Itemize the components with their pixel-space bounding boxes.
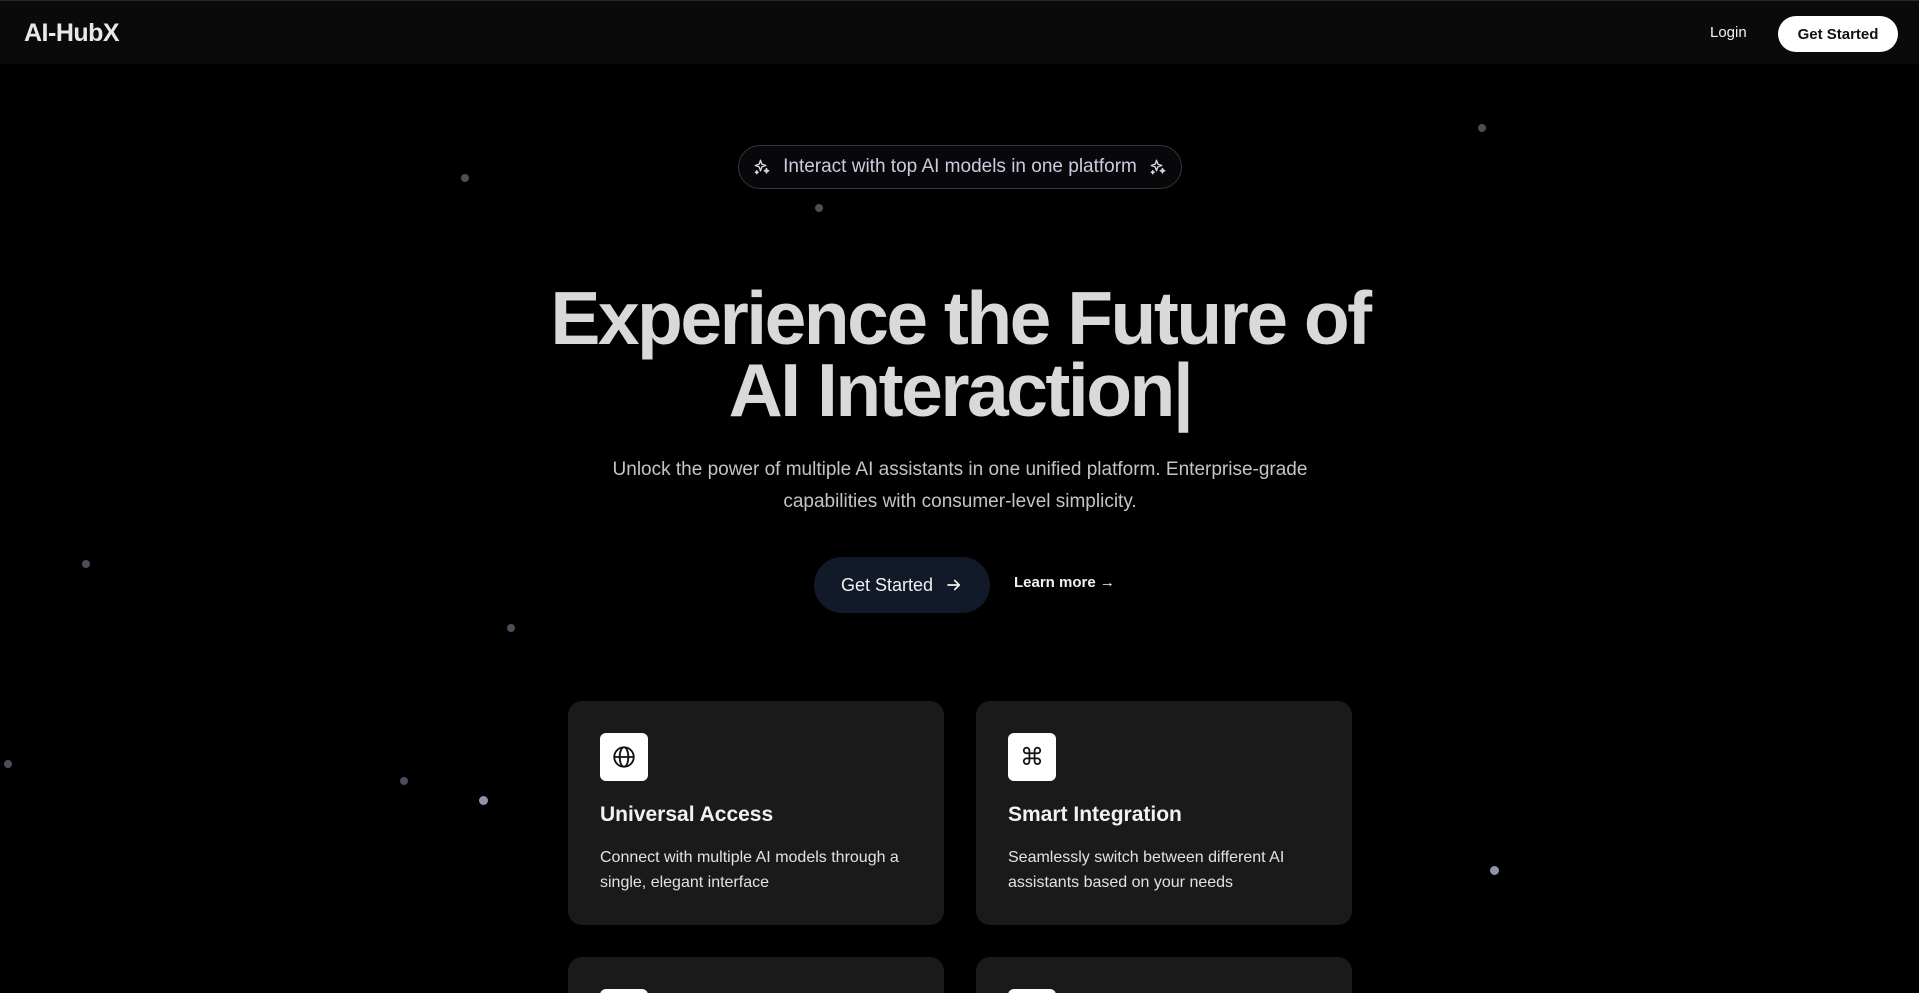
particle-dot — [479, 796, 488, 805]
particle-dot — [1490, 866, 1499, 875]
feature-icon-box: ⌘ — [1008, 733, 1056, 781]
particle-dot — [82, 560, 90, 568]
feature-card — [976, 957, 1352, 993]
feature-icon-box — [600, 989, 648, 993]
login-link[interactable]: Login — [1710, 24, 1747, 41]
sparkles-icon — [754, 159, 770, 175]
announcement-badge: Interact with top AI models in one platf… — [738, 145, 1182, 189]
hero-get-started-button[interactable]: Get Started — [814, 557, 990, 613]
command-icon: ⌘ — [1020, 743, 1044, 771]
feature-icon-box — [600, 733, 648, 781]
particle-dot — [4, 760, 12, 768]
particle-dot — [815, 204, 823, 212]
nav-get-started-button[interactable]: Get Started — [1778, 16, 1898, 52]
particle-dot — [507, 624, 515, 632]
feature-title: Universal Access — [600, 803, 774, 826]
sparkles-icon — [1150, 159, 1166, 175]
hero-title: Experience the Future of AI Interaction| — [460, 281, 1460, 428]
feature-icon-box — [1008, 989, 1056, 993]
badge-text: Interact with top AI models in one platf… — [783, 156, 1137, 177]
brand-logo[interactable]: AI-HubX — [24, 19, 120, 48]
globe-icon — [613, 746, 635, 768]
particle-dot — [400, 777, 408, 785]
particle-dot — [461, 174, 469, 182]
hero-subtitle: Unlock the power of multiple AI assistan… — [612, 459, 1308, 512]
hero-title-line-2: AI Interaction| — [728, 348, 1194, 432]
feature-card — [568, 957, 944, 993]
particle-dot — [1478, 124, 1486, 132]
arrow-right-icon — [947, 579, 961, 591]
feature-title: Smart Integration — [1008, 803, 1182, 826]
hero-cta-label: Get Started — [840, 574, 934, 595]
feature-description: Connect with multiple AI models through … — [600, 849, 899, 891]
learn-more-link[interactable]: Learn more → — [1014, 574, 1115, 591]
feature-card-smart-integration: ⌘ Smart Integration Seamlessly switch be… — [976, 701, 1352, 925]
feature-description: Seamlessly switch between different AI a… — [1008, 849, 1285, 891]
feature-card-universal-access: Universal Access Connect with multiple A… — [568, 701, 944, 925]
top-nav: AI-HubX Login Get Started — [0, 0, 1919, 64]
